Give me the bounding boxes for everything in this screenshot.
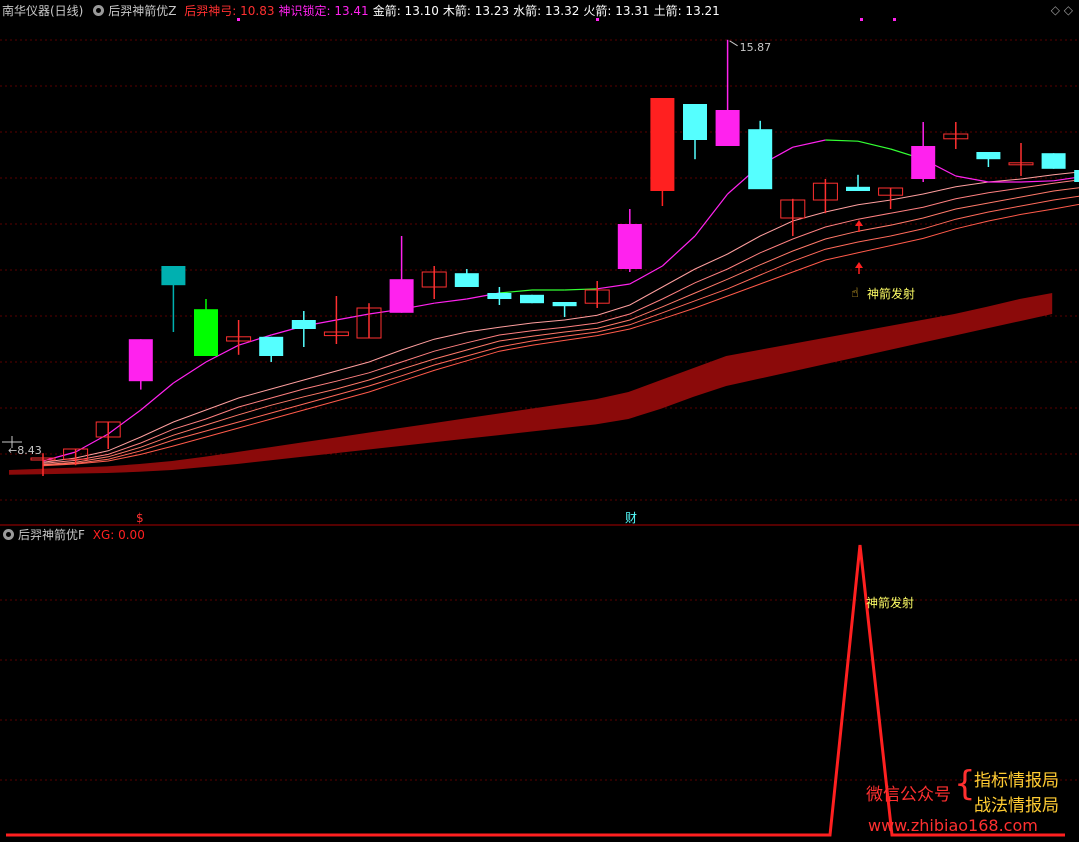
ma-segment <box>140 382 174 411</box>
settings-icon[interactable] <box>3 529 14 540</box>
signal-dot <box>860 18 863 21</box>
top-legend: 南华仪器(日线) 后羿神箭优Z 后羿神弓: 10.83 神识锁定: 13.41 金箭… <box>0 3 728 19</box>
candle-body <box>520 294 544 304</box>
ma-segment <box>499 289 533 294</box>
candle-body <box>976 152 1001 160</box>
candle-body <box>911 146 936 179</box>
ma-segment <box>434 298 467 304</box>
candle-body <box>617 224 642 269</box>
legend-item: 火箭: 13.31 <box>583 4 650 18</box>
candle-body <box>748 129 773 190</box>
brace-icon: { <box>954 764 976 804</box>
watermark: 微信公众号 { 指标情报局 战法情报局 www.zhibiao168.com <box>866 764 1076 840</box>
candle-body <box>650 98 675 191</box>
event-label: 财 <box>625 511 637 525</box>
candle-body <box>389 279 414 313</box>
candle-body <box>259 336 284 356</box>
candle-body <box>683 104 707 140</box>
up-arrow-head <box>855 220 863 226</box>
bottom-legend: 后羿神箭优F XG: 0.00 <box>0 527 149 543</box>
ma-segment <box>1020 180 1054 183</box>
ma-segment <box>336 313 370 321</box>
ma-segment <box>173 361 207 384</box>
up-arrow-head <box>855 262 863 268</box>
watermark-left: 微信公众号 <box>866 785 951 805</box>
stock-chart[interactable]: 15.87 ←8.43 ☝ 神箭发射 $ 财 神箭发射 <box>0 0 1079 842</box>
candle-body <box>552 302 577 307</box>
ma-segment <box>597 283 630 290</box>
signal-label: 神箭发射 <box>867 286 915 301</box>
oscillator-signal-label: 神箭发射 <box>866 595 914 610</box>
indicator-name[interactable]: 后羿神箭优Z <box>108 4 176 18</box>
ma-segment <box>661 235 696 267</box>
legend-item: 后羿神弓: 10.83 <box>184 4 275 18</box>
candle-body <box>1041 153 1066 169</box>
candle-body <box>715 110 740 146</box>
xg-value: XG: 0.00 <box>92 528 145 542</box>
window-controls: ◇ ◇ <box>1051 3 1073 17</box>
stock-title: 南华仪器(日线) <box>2 4 84 18</box>
settings-icon[interactable] <box>93 5 105 16</box>
ma-segment <box>792 139 826 148</box>
candle-body <box>846 186 870 191</box>
indicator-name-bottom[interactable]: 后羿神箭优F <box>18 528 85 542</box>
close-panel-icon[interactable]: ◇ <box>1064 3 1073 17</box>
low-label: ←8.43 <box>8 444 42 457</box>
watermark-right-top: 指标情报局 <box>974 771 1059 791</box>
high-pointer <box>729 40 738 47</box>
ma-segment <box>955 175 989 183</box>
candle-body <box>128 339 153 382</box>
expand-icon[interactable]: ◇ <box>1051 3 1060 17</box>
candle-body <box>194 309 218 356</box>
signal-markers: 15.87 ←8.43 ☝ 神箭发射 $ 财 <box>2 18 915 525</box>
candle-body <box>1074 170 1079 182</box>
hand-icon: ☝ <box>851 286 859 301</box>
legend-item: 水箭: 13.32 <box>513 4 580 18</box>
event-label: $ <box>136 511 144 525</box>
legend-item: 土箭: 13.21 <box>653 4 720 18</box>
legend-item: 金箭: 13.10 <box>372 4 439 18</box>
candle-body <box>161 266 186 286</box>
candle-body <box>291 320 316 329</box>
watermark-right-bottom: 战法情报局 <box>974 796 1059 816</box>
legend-item: 神识锁定: 13.41 <box>278 4 369 18</box>
legend-item: 木箭: 13.23 <box>442 4 510 18</box>
signal-dot <box>893 18 896 21</box>
high-label: 15.87 <box>740 41 772 54</box>
watermark-url: www.zhibiao168.com <box>868 816 1038 835</box>
ma-segment <box>825 139 859 142</box>
candle-body <box>454 273 479 287</box>
ma-segment <box>857 140 891 150</box>
ma-segment <box>694 193 729 237</box>
candle-body <box>487 293 512 299</box>
